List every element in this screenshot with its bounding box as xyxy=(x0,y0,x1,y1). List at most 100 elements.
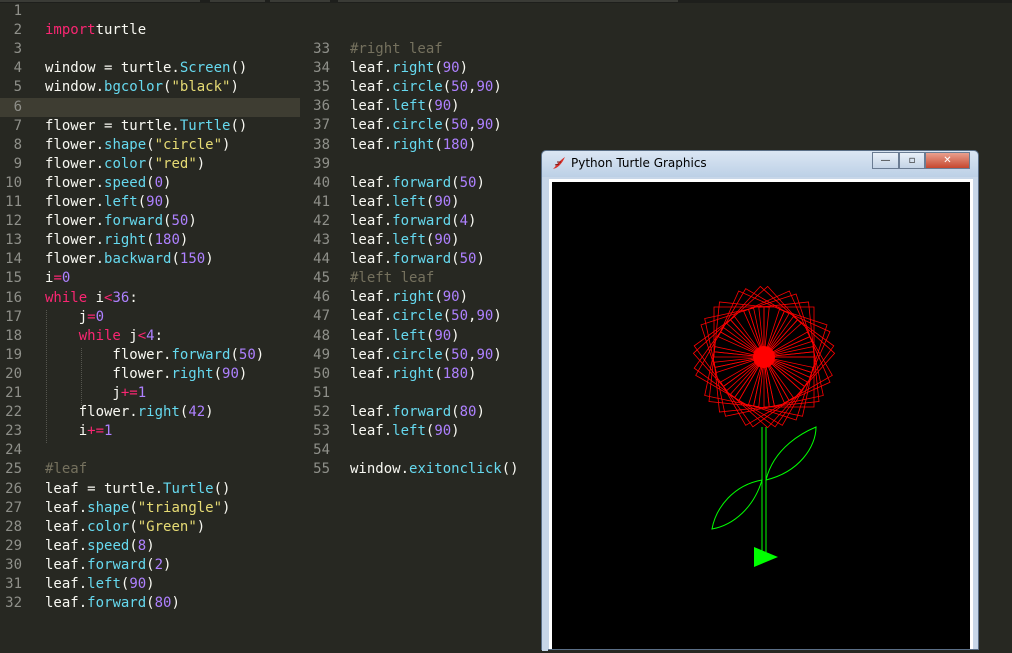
code-line[interactable]: 39 xyxy=(300,155,540,174)
code-line[interactable]: 54 xyxy=(300,441,540,460)
code-line[interactable]: 34 leaf.right(90) xyxy=(300,59,540,78)
code-token: ) xyxy=(459,289,469,306)
code-line[interactable]: 23 i+=1 xyxy=(0,422,300,441)
code-line[interactable]: 10 flower.speed(0) xyxy=(0,174,300,193)
code-token: ) xyxy=(451,98,460,115)
maximize-button[interactable]: ▫ xyxy=(899,152,925,169)
line-number: 20 xyxy=(5,365,22,382)
code-line[interactable]: 22 flower.right(42) xyxy=(0,403,300,422)
code-text: i=0 xyxy=(45,269,70,288)
code-line[interactable]: 46 leaf.right(90) xyxy=(300,288,540,307)
code-token: #leaf xyxy=(45,461,88,478)
code-token: ( xyxy=(146,155,155,172)
code-line[interactable]: 26 leaf = turtle.Turtle() xyxy=(0,480,300,499)
code-token: 1 xyxy=(137,385,147,401)
code-line[interactable]: 50 leaf.right(180) xyxy=(300,365,540,384)
code-line[interactable]: 55 window.exitonclick() xyxy=(300,460,540,479)
code-line[interactable]: 44 leaf.forward(50) xyxy=(300,250,540,269)
editor-pane-left[interactable]: 1 2 importturtle 3 4 window = turtle.Screen()… xyxy=(0,0,300,644)
code-token: ( xyxy=(146,556,155,573)
code-line[interactable]: 1 xyxy=(0,2,300,21)
turtle-drawing xyxy=(692,285,836,567)
code-token: ) xyxy=(451,327,460,344)
code-token: 80 xyxy=(154,595,172,612)
code-line[interactable]: 8 flower.shape("circle") xyxy=(0,136,300,155)
code-line[interactable]: 38 leaf.right(180) xyxy=(300,136,540,155)
code-token: 0 xyxy=(154,174,164,191)
code-token: flower. xyxy=(45,194,105,210)
code-token: right xyxy=(392,289,435,306)
code-line[interactable]: 11 flower.left(90) xyxy=(0,193,300,212)
code-line[interactable]: 40 leaf.forward(50) xyxy=(300,174,540,193)
editor-pane-right[interactable]: 33 #right leaf 34 leaf.right(90) 35 leaf.circ… xyxy=(300,0,540,644)
code-line[interactable]: 48 leaf.left(90) xyxy=(300,327,540,346)
code-line[interactable]: 4 window = turtle.Screen() xyxy=(0,59,300,78)
code-line[interactable]: 53 leaf.left(90) xyxy=(300,422,540,441)
code-token: leaf. xyxy=(350,60,393,77)
code-line[interactable]: 41 leaf.left(90) xyxy=(300,193,540,212)
window-titlebar[interactable]: Python Turtle Graphics — ▫ ✕ xyxy=(542,151,978,177)
line-number: 49 xyxy=(313,346,330,363)
indent-guide xyxy=(81,348,82,405)
code-line[interactable]: 37 leaf.circle(50,90) xyxy=(300,116,540,135)
code-line[interactable]: 43 leaf.left(90) xyxy=(300,231,540,250)
code-line[interactable]: 17 j=0 xyxy=(0,308,300,327)
code-token: 180 xyxy=(442,136,469,153)
code-token: Turtle xyxy=(179,117,231,134)
code-token: 180 xyxy=(154,232,180,249)
code-line[interactable]: 25 #leaf xyxy=(0,460,300,479)
code-line[interactable]: 2 importturtle xyxy=(0,21,300,40)
minimize-button[interactable]: — xyxy=(872,152,899,169)
code-line[interactable]: 20 flower.right(90) xyxy=(0,365,300,384)
code-token: ( xyxy=(451,212,460,229)
line-number: 45 xyxy=(313,270,330,287)
code-token: += xyxy=(120,385,138,401)
code-line[interactable]: 49 leaf.circle(50,90) xyxy=(300,346,540,365)
code-line[interactable]: 19 flower.forward(50) xyxy=(0,346,300,365)
code-line[interactable]: 16 while i<36: xyxy=(0,289,300,308)
code-line[interactable]: 29 leaf.speed(8) xyxy=(0,537,300,556)
code-token: forward xyxy=(171,346,231,363)
line-number: 33 xyxy=(313,41,330,57)
code-token: forward xyxy=(87,556,147,573)
code-line[interactable]: 21 j+=1 xyxy=(0,384,300,403)
code-token: leaf. xyxy=(350,251,393,268)
code-token: ) xyxy=(459,60,469,77)
code-line[interactable]: 33 #right leaf xyxy=(300,40,540,59)
code-line[interactable]: 24 xyxy=(0,441,300,460)
code-line[interactable]: 15 i=0 xyxy=(0,269,300,288)
close-button[interactable]: ✕ xyxy=(925,152,970,169)
code-token: ( xyxy=(146,232,155,249)
code-token: ( xyxy=(146,136,155,153)
code-line[interactable]: 27 leaf.shape("triangle") xyxy=(0,499,300,518)
code-line[interactable]: 35 leaf.circle(50,90) xyxy=(300,78,540,97)
code-token: leaf. xyxy=(350,423,393,439)
code-line[interactable]: 47 leaf.circle(50,90) xyxy=(300,307,540,326)
turtle-graphics-window[interactable]: Python Turtle Graphics — ▫ ✕ xyxy=(541,150,979,651)
code-token: right xyxy=(392,136,435,153)
code-line[interactable]: 3 xyxy=(0,40,300,59)
code-line[interactable]: 12 flower.forward(50) xyxy=(0,212,300,231)
code-line[interactable]: 42 leaf.forward(4) xyxy=(300,212,540,231)
code-line[interactable]: 30 leaf.forward(2) xyxy=(0,556,300,575)
code-line[interactable]: 32 leaf.forward(80) xyxy=(0,594,300,613)
code-line[interactable]: 45 #left leaf xyxy=(300,269,540,288)
code-token: leaf. xyxy=(45,537,88,554)
turtle-canvas[interactable] xyxy=(552,182,970,649)
code-text: leaf.left(90) xyxy=(350,422,460,441)
code-line[interactable]: 5 window.bgcolor("black") xyxy=(0,78,300,97)
code-line[interactable]: 6 xyxy=(0,97,300,117)
code-line[interactable]: 52 leaf.forward(80) xyxy=(300,403,540,422)
code-token: window = turtle. xyxy=(45,60,180,77)
code-line[interactable]: 13 flower.right(180) xyxy=(0,231,300,250)
code-token: 42 xyxy=(188,404,206,421)
code-token: ( xyxy=(146,595,155,612)
code-line[interactable]: 36 leaf.left(90) xyxy=(300,97,540,116)
code-line[interactable]: 9 flower.color("red") xyxy=(0,155,300,174)
code-line[interactable]: 18 while j<4: xyxy=(0,327,300,346)
code-line[interactable]: 31 leaf.left(90) xyxy=(0,575,300,594)
code-line[interactable]: 28 leaf.color("Green") xyxy=(0,518,300,537)
code-line[interactable]: 51 xyxy=(300,384,540,403)
code-line[interactable]: 14 flower.backward(150) xyxy=(0,250,300,269)
code-line[interactable]: 7 flower = turtle.Turtle() xyxy=(0,117,300,136)
